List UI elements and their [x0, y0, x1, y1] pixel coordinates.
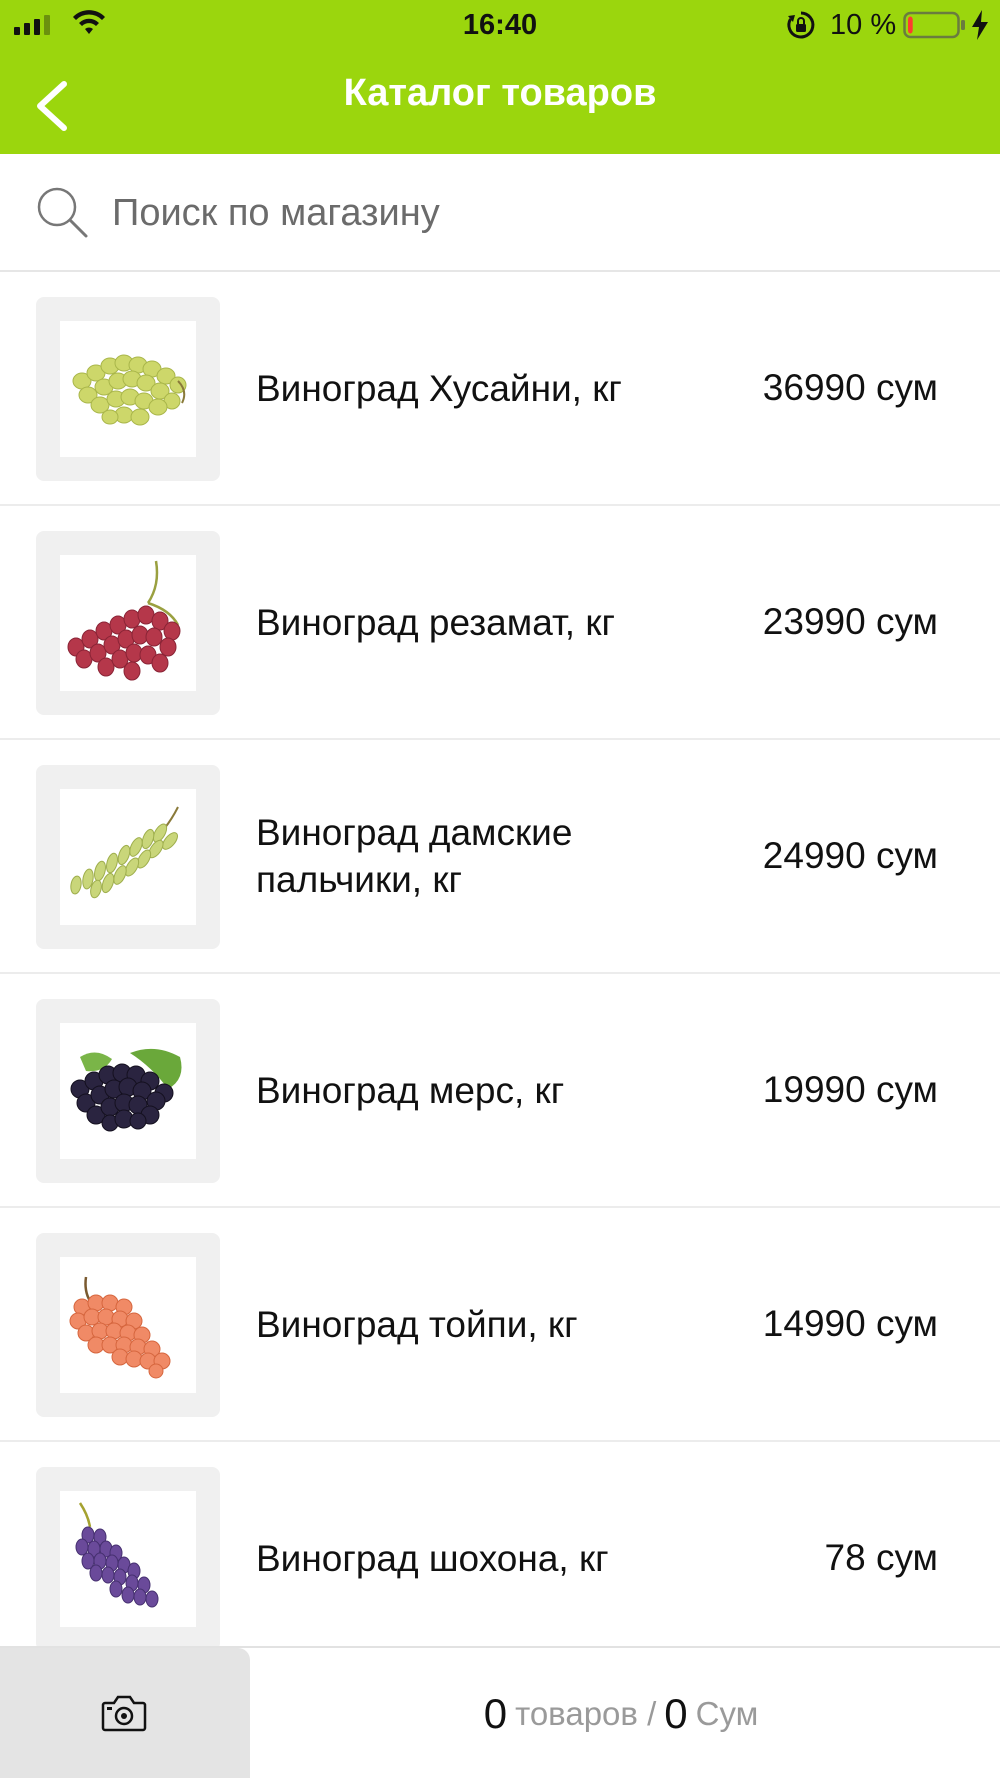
product-row[interactable]: Виноград тойпи, кг 14990 сум	[0, 1208, 1000, 1442]
charging-bolt-icon	[972, 10, 988, 40]
camera-icon	[101, 1695, 147, 1732]
page-title: Каталог товаров	[343, 72, 657, 114]
product-name: Виноград дамские пальчики, кг	[256, 812, 573, 900]
app-header: 16:40 10 % Каталог товаров	[0, 0, 1000, 154]
green-grapes-image	[72, 354, 187, 426]
rotation-lock-icon	[787, 11, 815, 39]
search-icon	[37, 187, 88, 238]
product-price: 14990 сум	[762, 1303, 938, 1344]
product-image-frame	[36, 1467, 220, 1646]
product-image	[60, 555, 196, 691]
product-image	[60, 1257, 196, 1393]
cart-items-count: 0	[483, 1690, 508, 1737]
product-price: 78 сум	[824, 1537, 938, 1578]
product-name: Виноград Хусайни, кг	[256, 367, 622, 409]
product-image-frame	[36, 765, 220, 949]
product-image	[60, 1491, 196, 1627]
product-name: Виноград резамат, кг	[256, 601, 616, 643]
product-image-frame	[36, 297, 220, 481]
search-bar	[0, 154, 1000, 272]
product-image-frame	[36, 531, 220, 715]
battery-icon	[903, 11, 965, 39]
long-green-grapes-image	[70, 806, 179, 899]
product-row[interactable]: Виноград резамат, кг 23990 сум	[0, 506, 1000, 740]
product-row[interactable]: Виноград мерс, кг 19990 сум	[0, 974, 1000, 1208]
red-grapes-image	[67, 560, 181, 681]
cart-items-label: товаров /	[515, 1695, 657, 1732]
search-input[interactable]	[112, 184, 972, 242]
purple-grapes-image	[75, 1502, 159, 1608]
product-name: Виноград тойпи, кг	[256, 1303, 578, 1345]
status-bar: 16:40 10 %	[0, 0, 1000, 50]
cart-summary-bar: 0 товаров / 0 Сум	[0, 1646, 1000, 1778]
camera-button[interactable]	[0, 1648, 250, 1778]
cart-sum-label: Сум	[695, 1695, 759, 1732]
product-name: Виноград мерс, кг	[256, 1069, 565, 1111]
pink-grapes-image	[69, 1276, 171, 1379]
cart-sum-count: 0	[664, 1690, 688, 1737]
product-row[interactable]: Виноград шохона, кг 78 сум	[0, 1442, 1000, 1646]
battery-percent: 10 %	[830, 9, 897, 41]
product-price: 23990 сум	[762, 601, 938, 642]
product-image-frame	[36, 1233, 220, 1417]
cart-totals: 0 товаров / 0 Сум	[250, 1648, 1000, 1778]
product-row[interactable]: Виноград Хусайни, кг 36990 сум	[0, 272, 1000, 506]
product-price: 24990 сум	[762, 835, 938, 876]
product-list: Виноград Хусайни, кг 36990 сум Виноград …	[0, 272, 1000, 1646]
product-price: 19990 сум	[762, 1069, 938, 1110]
product-image-frame	[36, 999, 220, 1183]
product-image	[60, 1023, 196, 1159]
product-price: 36990 сум	[762, 367, 938, 408]
dark-grapes-image	[70, 1048, 182, 1132]
product-name: Виноград шохона, кг	[256, 1537, 609, 1579]
product-row[interactable]: Виноград дамские пальчики, кг 24990 сум	[0, 740, 1000, 974]
product-image	[60, 321, 196, 457]
product-image	[60, 789, 196, 925]
